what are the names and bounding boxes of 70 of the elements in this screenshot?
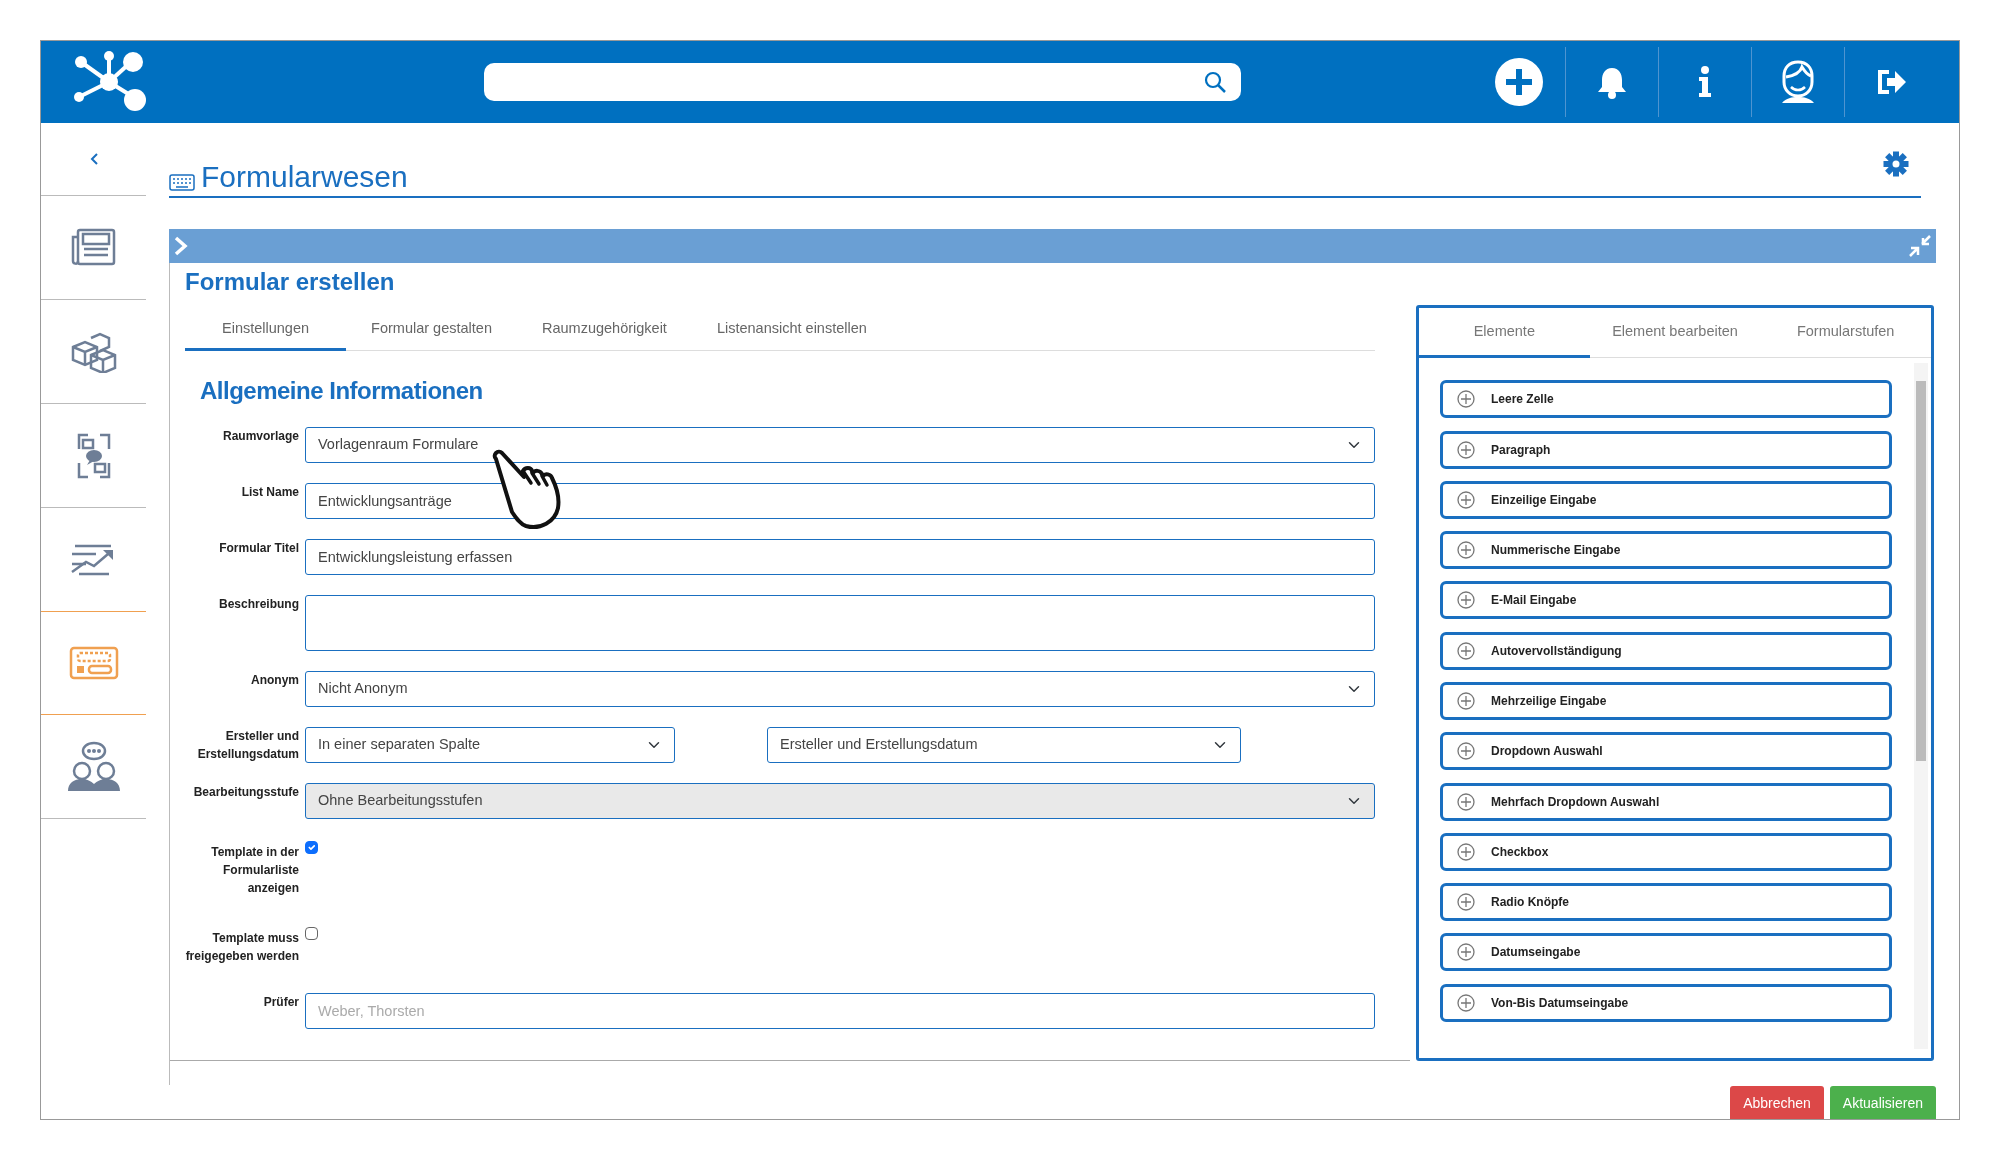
field-label: Formular Titel: [218, 540, 300, 558]
plus-circle-icon: [1457, 993, 1475, 1012]
element-item[interactable]: Radio Knöpfe: [1440, 883, 1892, 922]
field-label: List Name: [240, 484, 300, 502]
element-item[interactable]: E-Mail Eingabe: [1440, 581, 1892, 620]
element-item[interactable]: Leere Zelle: [1440, 380, 1892, 419]
plus-circle-icon: [1457, 440, 1475, 459]
input-field[interactable]: Weber, Thorsten: [305, 993, 1375, 1030]
field-label: Template muss freigegeben werden: [185, 930, 300, 966]
plus-circle-icon: [1457, 641, 1475, 660]
plus-circle-icon: [1457, 893, 1475, 912]
tab[interactable]: Einstellungen: [185, 309, 347, 352]
field-label: Ersteller und Erstellungsdatum: [196, 728, 300, 764]
plus-circle-icon: [1457, 742, 1475, 761]
field-label: Prüfer: [262, 994, 300, 1012]
logout-icon[interactable]: [1875, 68, 1907, 96]
plus-circle-icon: [1457, 692, 1475, 710]
input-field[interactable]: Entwicklungsleistung erfassen: [305, 539, 1375, 576]
collapse-icon[interactable]: [1908, 234, 1932, 258]
dropdown[interactable]: Nicht Anonym: [305, 671, 1375, 708]
element-item[interactable]: Von-Bis Datumseingabe: [1440, 983, 1892, 1022]
checkbox[interactable]: [305, 927, 318, 941]
page-title: Formularwesen: [201, 161, 408, 192]
plus-circle-icon: [1457, 390, 1475, 409]
field-label: Anonym: [250, 672, 300, 690]
plus-circle-icon: [1457, 842, 1475, 861]
search-icon: [1203, 70, 1227, 94]
tab[interactable]: Elemente: [1419, 308, 1590, 359]
section-heading: Allgemeine Informationen: [200, 376, 484, 407]
people-chat-icon[interactable]: [65, 740, 122, 793]
dropdown[interactable]: Ersteller und Erstellungsdatum: [767, 727, 1241, 764]
tab[interactable]: Listenansicht einstellen: [691, 309, 892, 352]
add-icon[interactable]: [1493, 57, 1544, 107]
element-item[interactable]: Dropdown Auswahl: [1440, 732, 1892, 771]
field-label: Bearbeitungsstufe: [192, 784, 300, 802]
input-field[interactable]: Entwicklungsanträge: [305, 483, 1375, 520]
search-field[interactable]: [484, 63, 1241, 101]
keyboard-icon: [169, 173, 195, 192]
dropdown[interactable]: Vorlagenraum Formulare: [305, 427, 1375, 464]
tab[interactable]: Formular gestalten: [346, 309, 517, 352]
settings-icon[interactable]: [1883, 151, 1909, 178]
plus-circle-icon: [1457, 943, 1475, 962]
expand-chevron-icon[interactable]: [173, 235, 189, 257]
checkbox[interactable]: [305, 841, 318, 855]
element-item[interactable]: Datumseingabe: [1440, 933, 1892, 972]
element-item[interactable]: Einzeilige Eingabe: [1440, 480, 1892, 519]
scrollbar[interactable]: [1914, 363, 1928, 1050]
element-item[interactable]: Mehrzeilige Eingabe: [1440, 682, 1892, 720]
tab[interactable]: Raumzugehörigkeit: [516, 309, 692, 352]
element-item[interactable]: Mehrfach Dropdown Auswahl: [1440, 782, 1892, 821]
tab[interactable]: Element bearbeiten: [1589, 308, 1761, 359]
plus-circle-icon: [1457, 792, 1475, 811]
field-label: Template in der Formularliste anzeigen: [210, 844, 300, 898]
back-chevron-icon[interactable]: [88, 152, 99, 166]
text-area[interactable]: [305, 595, 1375, 652]
plus-circle-icon: [1457, 591, 1475, 610]
field-label: Beschreibung: [218, 596, 300, 614]
bell-icon[interactable]: [1597, 65, 1627, 99]
element-item[interactable]: Autovervollständigung: [1440, 631, 1892, 670]
plus-circle-icon: [1457, 490, 1475, 509]
field-label: Raumvorlage: [221, 428, 300, 446]
element-item[interactable]: Paragraph: [1440, 430, 1892, 469]
element-item[interactable]: Nummerische Eingabe: [1440, 531, 1892, 570]
form-title: Formular erstellen: [185, 267, 396, 298]
info-icon[interactable]: [1697, 66, 1713, 98]
plus-circle-icon: [1457, 541, 1475, 560]
cancel-button[interactable]: Abbrechen: [1730, 1086, 1824, 1119]
dropdown[interactable]: In einer separaten Spalte: [305, 727, 675, 764]
tab[interactable]: Formularstufen: [1760, 308, 1931, 359]
element-item[interactable]: Checkbox: [1440, 832, 1892, 871]
